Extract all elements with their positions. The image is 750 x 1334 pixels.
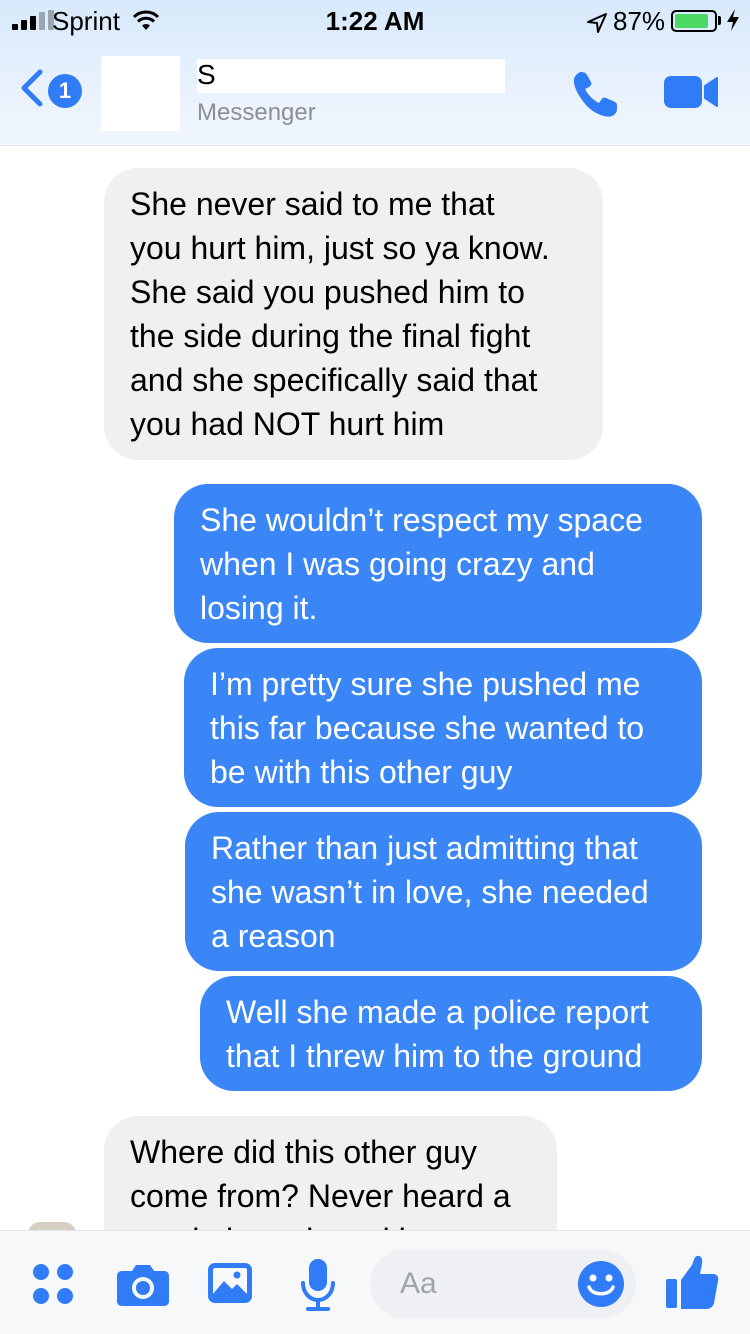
camera-button[interactable] xyxy=(116,1261,170,1312)
message-input[interactable]: Aa xyxy=(370,1249,636,1319)
message-input-placeholder: Aa xyxy=(400,1267,437,1300)
contact-avatar[interactable] xyxy=(101,56,180,131)
message-bubble-outgoing[interactable]: Rather than just admitting that she wasn… xyxy=(185,812,702,971)
message-bubble-incoming[interactable]: She never said to me that you hurt him, … xyxy=(104,168,603,460)
phone-icon xyxy=(569,72,621,124)
battery-level-fill xyxy=(675,14,709,28)
composer-bar: Aa xyxy=(0,1230,750,1334)
header-subtitle: Messenger xyxy=(197,99,316,126)
top-bar: Sprint 1:22 AM 87% 1 S Messenger xyxy=(0,0,750,146)
microphone-icon xyxy=(300,1259,336,1317)
back-button[interactable]: 1 xyxy=(16,68,82,113)
camera-icon xyxy=(116,1265,170,1311)
unread-badge: 1 xyxy=(48,73,82,108)
charging-bolt-icon xyxy=(725,8,741,39)
status-bar: Sprint 1:22 AM 87% xyxy=(0,0,750,40)
message-thread[interactable]: She never said to me that you hurt him, … xyxy=(0,146,750,1230)
call-button[interactable] xyxy=(569,68,621,125)
like-button[interactable] xyxy=(664,1253,720,1316)
contact-name[interactable]: S xyxy=(197,59,505,93)
voice-button[interactable] xyxy=(300,1257,336,1318)
emoji-icon xyxy=(576,1261,626,1313)
apps-grid-button[interactable] xyxy=(32,1263,74,1310)
apps-grid-icon xyxy=(32,1264,74,1309)
video-camera-icon xyxy=(662,76,720,116)
battery-icon xyxy=(671,10,717,32)
back-chevron-icon xyxy=(16,68,46,113)
video-call-button[interactable] xyxy=(662,72,720,117)
gallery-icon xyxy=(206,1263,254,1309)
message-bubble-outgoing[interactable]: Well she made a police report that I thr… xyxy=(200,976,702,1091)
emoji-button[interactable] xyxy=(576,1259,626,1314)
message-bubble-outgoing[interactable]: I’m pretty sure she pushed me this far b… xyxy=(184,648,702,807)
message-bubble-incoming[interactable]: Where did this other guy come from? Neve… xyxy=(104,1116,557,1230)
battery-percent: 87% xyxy=(613,6,666,36)
gallery-button[interactable] xyxy=(206,1261,254,1310)
battery-tip xyxy=(718,16,721,25)
thumbs-up-icon xyxy=(664,1255,720,1315)
message-bubble-outgoing[interactable]: She wouldn’t respect my space when I was… xyxy=(174,484,702,643)
location-icon xyxy=(586,10,608,41)
